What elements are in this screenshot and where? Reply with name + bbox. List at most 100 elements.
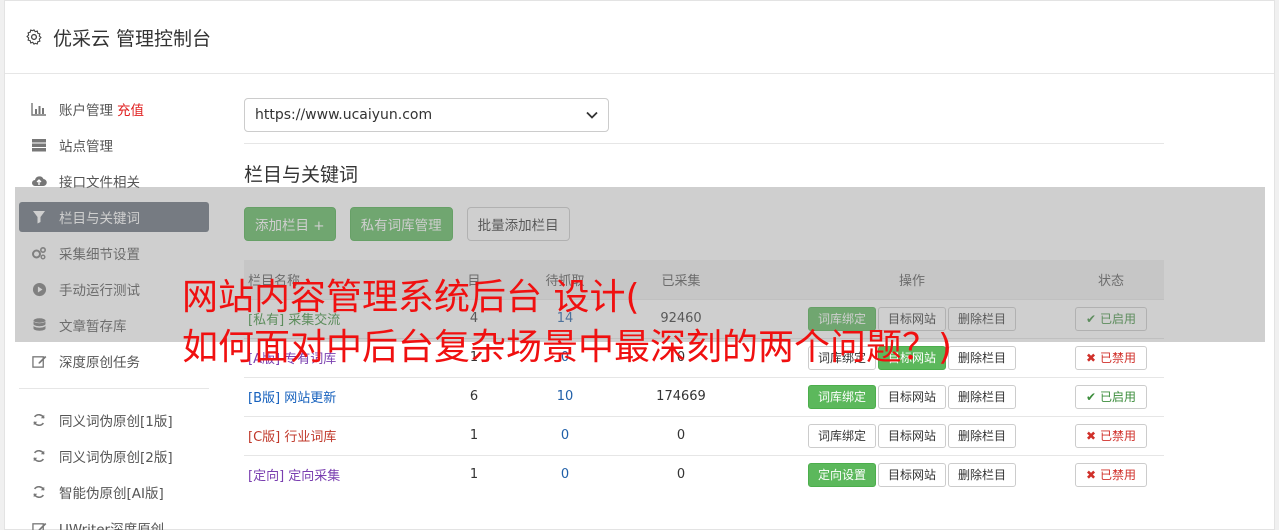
row-ops: 词库绑定 目标网站 删除栏目 <box>766 376 1058 416</box>
lexicon-bind-button[interactable]: 词库绑定 <box>807 384 876 409</box>
row-tag: [A版] <box>248 352 281 367</box>
sidebar-item-synonym-v2[interactable]: 同义词伪原创[2版] <box>19 441 209 471</box>
sidebar-item-label: 同义词伪原创[1版] <box>59 414 173 430</box>
batch-add-button[interactable]: 批量添加栏目 <box>466 207 570 241</box>
play-circle-icon <box>31 281 47 297</box>
lexicon-bind-button[interactable]: 词库绑定 <box>807 306 876 331</box>
target-site-button[interactable]: 目标网站 <box>877 423 946 448</box>
sidebar-item-label: 同义词伪原创[2版] <box>59 450 173 466</box>
sidebar-item-article-store[interactable]: 文章暂存库 <box>19 310 209 340</box>
table-row: [定向] 定向采集 1 0 0 定向设置 目标网站 删除栏目 ✖ 已禁用 <box>244 454 1164 494</box>
status-enabled-button[interactable]: ✔ 已启用 <box>1075 384 1147 409</box>
directional-settings-button[interactable]: 定向设置 <box>807 462 876 487</box>
row-tag: [私有] <box>248 313 285 328</box>
app-title: 优采云 管理控制台 <box>53 27 212 50</box>
status-disabled-button[interactable]: ✖ 已禁用 <box>1075 462 1147 487</box>
top-bar: 优采云 管理控制台 <box>5 1 1274 74</box>
header-col3: 待抓取 <box>534 260 596 299</box>
sidebar-item-deep-original[interactable]: 深度原创任务 <box>19 346 209 376</box>
row-name[interactable]: [定向] 定向采集 <box>244 454 414 494</box>
cross-icon: ✖ <box>1086 350 1097 365</box>
gear-icon <box>25 28 43 46</box>
row-status: ✔ 已启用 <box>1058 376 1164 416</box>
sidebar-item-interface[interactable]: 接口文件相关 <box>19 166 209 196</box>
row-name[interactable]: [B版] 网站更新 <box>244 376 414 416</box>
delete-column-button[interactable]: 删除栏目 <box>948 423 1017 448</box>
row-name[interactable]: [A版] 专有词库 <box>244 337 414 377</box>
sidebar-item-uwriter[interactable]: UWriter深度原创 <box>19 513 209 530</box>
status-disabled-button[interactable]: ✖ 已禁用 <box>1075 345 1147 370</box>
add-column-button[interactable]: 添加栏目 + <box>244 207 336 241</box>
target-site-button[interactable]: 目标网站 <box>877 306 946 331</box>
sidebar-item-collect-settings[interactable]: 采集细节设置 <box>19 238 209 268</box>
section-divider <box>244 143 1164 144</box>
row-title: 网站更新 <box>284 391 337 406</box>
action-buttons: 添加栏目 + 私有词库管理 批量添加栏目 <box>244 207 1164 241</box>
sidebar-item-synonym-v1[interactable]: 同义词伪原创[1版] <box>19 405 209 435</box>
row-col4: 174669 <box>596 376 766 416</box>
row-col2: 1 <box>414 454 534 494</box>
row-name[interactable]: [C版] 行业词库 <box>244 415 414 455</box>
header-ops: 操作 <box>766 260 1058 299</box>
gears-icon <box>31 245 47 261</box>
row-col2: 4 <box>414 298 534 338</box>
sidebar-item-label: 文章暂存库 <box>59 319 127 335</box>
sidebar: 账户管理 充值 站点管理 接口文件相关 栏目与关键词 采集细节设置 手动运行测试… <box>19 94 209 530</box>
edit-icon <box>31 520 47 530</box>
sidebar-item-columns-keywords[interactable]: 栏目与关键词 <box>19 202 209 232</box>
lexicon-bind-button[interactable]: 词库绑定 <box>807 345 876 370</box>
target-site-button[interactable]: 目标网站 <box>877 345 946 370</box>
row-title: 专有词库 <box>284 352 337 367</box>
private-lib-button[interactable]: 私有词库管理 <box>349 207 453 241</box>
target-site-button[interactable]: 目标网站 <box>877 384 946 409</box>
row-col3[interactable]: 0 <box>534 415 596 455</box>
refresh-icon <box>31 448 47 464</box>
edit-icon <box>31 353 47 369</box>
table-header: 栏目名称 目 待抓取 已采集 操作 状态 <box>244 260 1164 299</box>
site-select[interactable]: https://www.ucaiyun.com <box>244 98 609 132</box>
status-label: 已禁用 <box>1099 351 1136 365</box>
check-icon: ✔ <box>1086 389 1097 404</box>
chevron-down-icon <box>586 107 598 123</box>
delete-column-button[interactable]: 删除栏目 <box>948 306 1017 331</box>
sidebar-item-manual-run[interactable]: 手动运行测试 <box>19 274 209 304</box>
row-col3[interactable]: 14 <box>534 298 596 338</box>
row-col3[interactable]: 10 <box>534 376 596 416</box>
row-status: ✖ 已禁用 <box>1058 337 1164 377</box>
sidebar-item-label: 栏目与关键词 <box>59 211 140 227</box>
row-status: ✔ 已启用 <box>1058 298 1164 338</box>
row-col4: 0 <box>596 415 766 455</box>
target-site-button[interactable]: 目标网站 <box>877 462 946 487</box>
sidebar-item-label: 站点管理 <box>59 139 113 155</box>
cross-icon: ✖ <box>1086 467 1097 482</box>
sidebar-item-account[interactable]: 账户管理 充值 <box>19 94 209 124</box>
delete-column-button[interactable]: 删除栏目 <box>948 462 1017 487</box>
header-col4: 已采集 <box>596 260 766 299</box>
sidebar-item-label: 接口文件相关 <box>59 175 140 191</box>
sidebar-item-label: UWriter深度原创 <box>59 522 165 530</box>
row-col2: 1 <box>414 337 534 377</box>
status-disabled-button[interactable]: ✖ 已禁用 <box>1075 423 1147 448</box>
row-col3[interactable]: 0 <box>534 454 596 494</box>
row-tag: [定向] <box>248 469 285 485</box>
delete-column-button[interactable]: 删除栏目 <box>948 345 1017 370</box>
row-col2: 6 <box>414 376 534 416</box>
delete-column-button[interactable]: 删除栏目 <box>948 384 1017 409</box>
row-col2: 1 <box>414 415 534 455</box>
sidebar-item-sites[interactable]: 站点管理 <box>19 130 209 160</box>
filter-icon <box>31 209 47 225</box>
database-icon <box>31 317 47 333</box>
sidebar-item-label: 账户管理 <box>59 103 113 119</box>
header-name: 栏目名称 <box>244 260 414 299</box>
row-ops: 词库绑定 目标网站 删除栏目 <box>766 415 1058 455</box>
row-col4: 0 <box>596 337 766 377</box>
row-status: ✖ 已禁用 <box>1058 454 1164 494</box>
sidebar-item-ai-rewrite[interactable]: 智能伪原创[AI版] <box>19 477 209 507</box>
recharge-link[interactable]: 充值 <box>117 99 144 119</box>
row-name[interactable]: [私有] 采集交流 <box>244 298 414 338</box>
lexicon-bind-button[interactable]: 词库绑定 <box>807 423 876 448</box>
row-col3[interactable]: 0 <box>534 337 596 377</box>
status-enabled-button[interactable]: ✔ 已启用 <box>1075 306 1147 331</box>
bar-chart-icon <box>31 101 47 117</box>
row-title: 定向采集 <box>288 469 341 485</box>
